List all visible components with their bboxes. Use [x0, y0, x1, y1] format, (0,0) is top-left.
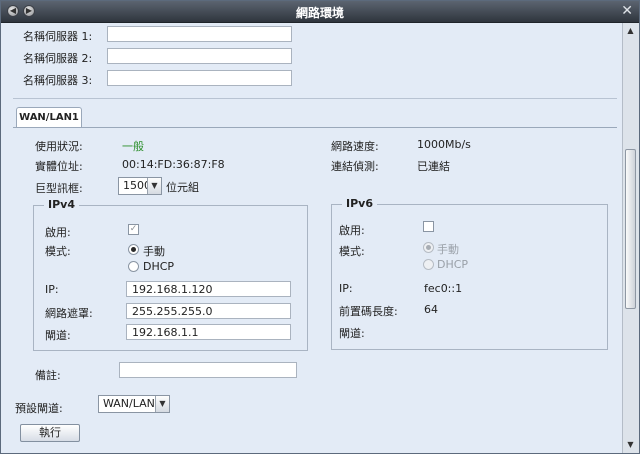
jumbo-unit: 位元組: [166, 181, 199, 194]
network-settings-window: ◀ ▶ 網路環境 ✕ 名稱伺服器 1: 名稱伺服器 2: 名稱伺服器 3: WA…: [0, 0, 640, 454]
scroll-up-icon[interactable]: ▲: [623, 25, 638, 37]
ipv4-ip-label: IP:: [45, 283, 59, 296]
ipv6-ip-label: IP:: [339, 282, 353, 295]
ipv6-enable-checkbox[interactable]: [423, 221, 434, 232]
note-label: 備註:: [35, 369, 61, 382]
mac-value: 00:14:FD:36:87:F8: [122, 158, 225, 171]
ipv4-enable-checkbox[interactable]: ✓: [128, 224, 139, 235]
dns1-label: 名稱伺服器 1:: [23, 30, 93, 43]
ipv6-prefix-label: 前置碼長度:: [339, 305, 398, 318]
title-bar: ◀ ▶ 網路環境 ✕: [1, 1, 639, 23]
ipv4-gateway-input[interactable]: [126, 324, 291, 340]
ipv6-dhcp-radio[interactable]: [423, 259, 434, 270]
jumbo-label: 巨型訊框:: [35, 182, 83, 195]
speed-value: 1000Mb/s: [417, 138, 471, 151]
ipv4-ip-input[interactable]: [126, 281, 291, 297]
settings-content: 名稱伺服器 1: 名稱伺服器 2: 名稱伺服器 3: WAN/LAN1 使用狀況…: [1, 23, 623, 453]
ipv6-dhcp-label: DHCP: [437, 258, 469, 271]
dns1-input[interactable]: [107, 26, 292, 42]
default-gateway-label: 預設閘道:: [15, 402, 63, 415]
tab-wan-lan1[interactable]: WAN/LAN1: [16, 107, 82, 128]
dns3-input[interactable]: [107, 70, 292, 86]
ipv4-legend: IPv4: [44, 198, 79, 211]
note-input[interactable]: [119, 362, 297, 378]
chevron-down-icon: ▼: [147, 178, 161, 194]
ipv6-group: IPv6: [331, 197, 608, 350]
dns2-label: 名稱伺服器 2:: [23, 52, 93, 65]
execute-button[interactable]: 執行: [20, 424, 80, 442]
vertical-scrollbar[interactable]: ▲ ▼: [622, 23, 639, 453]
speed-label: 網路速度:: [331, 140, 379, 153]
scrollbar-thumb[interactable]: [625, 149, 636, 309]
default-gateway-value: WAN/LAN1: [103, 397, 162, 410]
ipv4-dhcp-label: DHCP: [143, 260, 175, 273]
scroll-down-icon[interactable]: ▼: [623, 439, 638, 451]
link-value: 已連結: [417, 160, 450, 173]
ipv6-legend: IPv6: [342, 197, 377, 210]
dns3-label: 名稱伺服器 3:: [23, 74, 93, 87]
ipv4-manual-label: 手動: [143, 245, 165, 258]
ipv6-gateway-label: 閘道:: [339, 327, 365, 340]
ipv4-dhcp-radio[interactable]: [128, 261, 139, 272]
ipv4-mode-label: 模式:: [45, 245, 71, 258]
chevron-down-icon: ▼: [155, 396, 169, 412]
link-label: 連結偵測:: [331, 160, 379, 173]
ipv4-enable-label: 啟用:: [45, 226, 71, 239]
ipv4-mask-label: 網路遮罩:: [45, 307, 93, 320]
ipv6-prefix-value: 64: [424, 303, 438, 316]
section-divider: [13, 98, 617, 99]
ipv6-manual-radio[interactable]: [423, 242, 434, 253]
usage-label: 使用狀況:: [35, 140, 83, 153]
check-icon: ✓: [129, 224, 138, 234]
ipv6-mode-label: 模式:: [339, 245, 365, 258]
mac-label: 實體位址:: [35, 160, 83, 173]
ipv4-manual-radio[interactable]: [128, 244, 139, 255]
usage-value: 一般: [122, 140, 144, 153]
close-icon[interactable]: ✕: [621, 3, 633, 19]
ipv4-gateway-label: 閘道:: [45, 329, 71, 342]
default-gateway-select[interactable]: WAN/LAN1 ▼: [98, 395, 170, 413]
ipv6-manual-label: 手動: [437, 243, 459, 256]
ipv6-ip-value: fec0::1: [424, 282, 463, 295]
jumbo-select[interactable]: 1500 ▼: [118, 177, 162, 195]
ipv6-enable-label: 啟用:: [339, 224, 365, 237]
window-title: 網路環境: [295, 6, 344, 20]
dns2-input[interactable]: [107, 48, 292, 64]
ipv4-mask-input[interactable]: [126, 303, 291, 319]
